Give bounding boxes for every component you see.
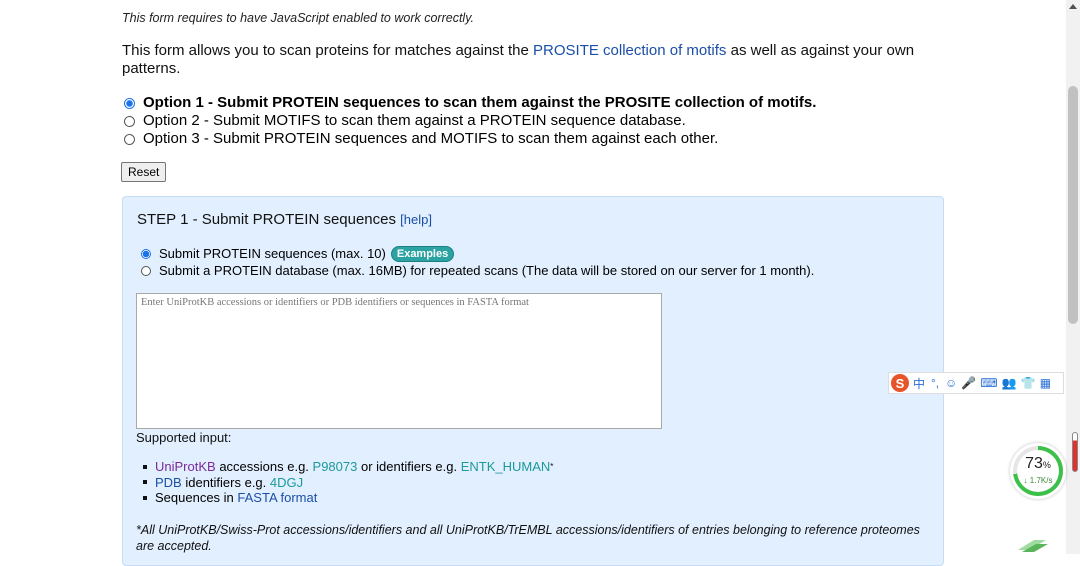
scan-options: Option 1 - Submit PROTEIN sequences to s… [124, 94, 816, 148]
option-2-radio[interactable] [124, 115, 135, 127]
uniprot-identifier-example-link[interactable]: ENTK_HUMAN [461, 459, 551, 475]
footnote-marker: * [550, 462, 554, 471]
bullet-icon [143, 495, 147, 500]
option-2-radio-row[interactable]: Option 2 - Submit MOTIFS to scan them ag… [124, 112, 816, 130]
examples-button[interactable]: Examples [390, 245, 455, 262]
step-1-title-text: STEP 1 - Submit PROTEIN sequences [137, 211, 401, 228]
intro-text-start: This form allows you to scan proteins fo… [122, 42, 534, 59]
toolbox-icon[interactable]: ▦ [1039, 376, 1051, 390]
bullet-icon [143, 480, 147, 485]
option-2-label[interactable]: Option 2 - Submit MOTIFS to scan them ag… [143, 112, 686, 130]
ime-toolbar: S 中 °, ☺ 🎤 ⌨ 👥 👕 ▦ [888, 372, 1064, 394]
scrollbar-thumb[interactable] [1068, 86, 1078, 324]
sequence-input[interactable] [136, 293, 662, 429]
emoji-icon[interactable]: ☺ [945, 376, 957, 390]
scroll-up-arrow-icon[interactable] [1069, 4, 1077, 9]
usage-percent-sign: % [1042, 460, 1051, 470]
submit-database-label[interactable]: Submit a PROTEIN database (max. 16MB) fo… [159, 262, 814, 279]
sequences-text: Sequences in [155, 490, 238, 505]
list-item: UniProtKB accessions e.g. P98073 or iden… [143, 459, 553, 475]
bullet-icon [143, 464, 147, 469]
submit-sequences-label[interactable]: Submit PROTEIN sequences (max. 10) [159, 245, 386, 262]
skin-icon[interactable]: 👕 [1021, 376, 1036, 390]
pdb-text: identifiers e.g. [181, 474, 270, 490]
usage-percent-value: 73 [1025, 455, 1043, 472]
option-1-label[interactable]: Option 1 - Submit PROTEIN sequences to s… [143, 94, 816, 112]
submit-database-row[interactable]: Submit a PROTEIN database (max. 16MB) fo… [141, 262, 814, 279]
keyboard-icon[interactable]: ⌨ [980, 376, 997, 390]
back-arrow-icon[interactable] [1014, 538, 1050, 554]
step-1-sub-options: Submit PROTEIN sequences (max. 10) Examp… [141, 245, 814, 279]
users-icon[interactable]: 👥 [1002, 376, 1017, 390]
help-link[interactable]: [help] [400, 212, 432, 227]
sogou-logo-icon[interactable]: S [891, 374, 909, 392]
pdb-link[interactable]: PDB [155, 475, 182, 491]
download-rate: ↓ 1.7K/s [1023, 476, 1053, 485]
uniprot-accession-example-link[interactable]: P98073 [313, 459, 358, 475]
option-1-radio-row[interactable]: Option 1 - Submit PROTEIN sequences to s… [124, 94, 816, 112]
uniprot-text-2: or identifiers e.g. [357, 459, 461, 474]
option-3-radio[interactable] [124, 133, 135, 145]
punctuation-icon[interactable]: °, [929, 376, 941, 390]
option-3-label[interactable]: Option 3 - Submit PROTEIN sequences and … [143, 130, 718, 148]
prosite-collection-link[interactable]: PROSITE collection of motifs [533, 42, 726, 59]
accepted-entries-footnote: *All UniProtKB/Swiss-Prot accessions/ide… [136, 523, 920, 553]
submit-database-radio[interactable] [141, 265, 151, 276]
fasta-format-link[interactable]: FASTA format [237, 490, 317, 506]
option-1-radio[interactable] [124, 97, 135, 109]
submit-sequences-radio[interactable] [141, 248, 151, 259]
submit-sequences-row[interactable]: Submit PROTEIN sequences (max. 10) Examp… [141, 245, 814, 262]
javascript-note: This form requires to have JavaScript en… [122, 11, 474, 25]
network-speed-widget[interactable]: 73% ↓ 1.7K/s [1010, 443, 1066, 499]
option-3-radio-row[interactable]: Option 3 - Submit PROTEIN sequences and … [124, 130, 816, 148]
reset-button[interactable]: Reset [121, 162, 167, 182]
list-item: PDB identifiers e.g. 4DGJ [143, 475, 553, 491]
pdb-example-link[interactable]: 4DGJ [270, 475, 303, 491]
uniprotkb-link[interactable]: UniProtKB [155, 459, 216, 475]
intro-text: This form allows you to scan proteins fo… [122, 42, 942, 78]
scroll-indicator-icon [1072, 432, 1078, 472]
uniprot-text-1: accessions e.g. [215, 459, 313, 474]
list-item: Sequences in FASTA format [143, 490, 553, 506]
usage-percent: 73% [1010, 455, 1066, 473]
chinese-mode-icon[interactable]: 中 [913, 375, 925, 392]
step-1-panel: STEP 1 - Submit PROTEIN sequences [help]… [122, 196, 944, 566]
microphone-icon[interactable]: 🎤 [961, 376, 976, 390]
step-1-title: STEP 1 - Submit PROTEIN sequences [help] [137, 211, 432, 228]
supported-input-list: UniProtKB accessions e.g. P98073 or iden… [143, 459, 553, 506]
supported-input-label: Supported input: [136, 430, 232, 445]
